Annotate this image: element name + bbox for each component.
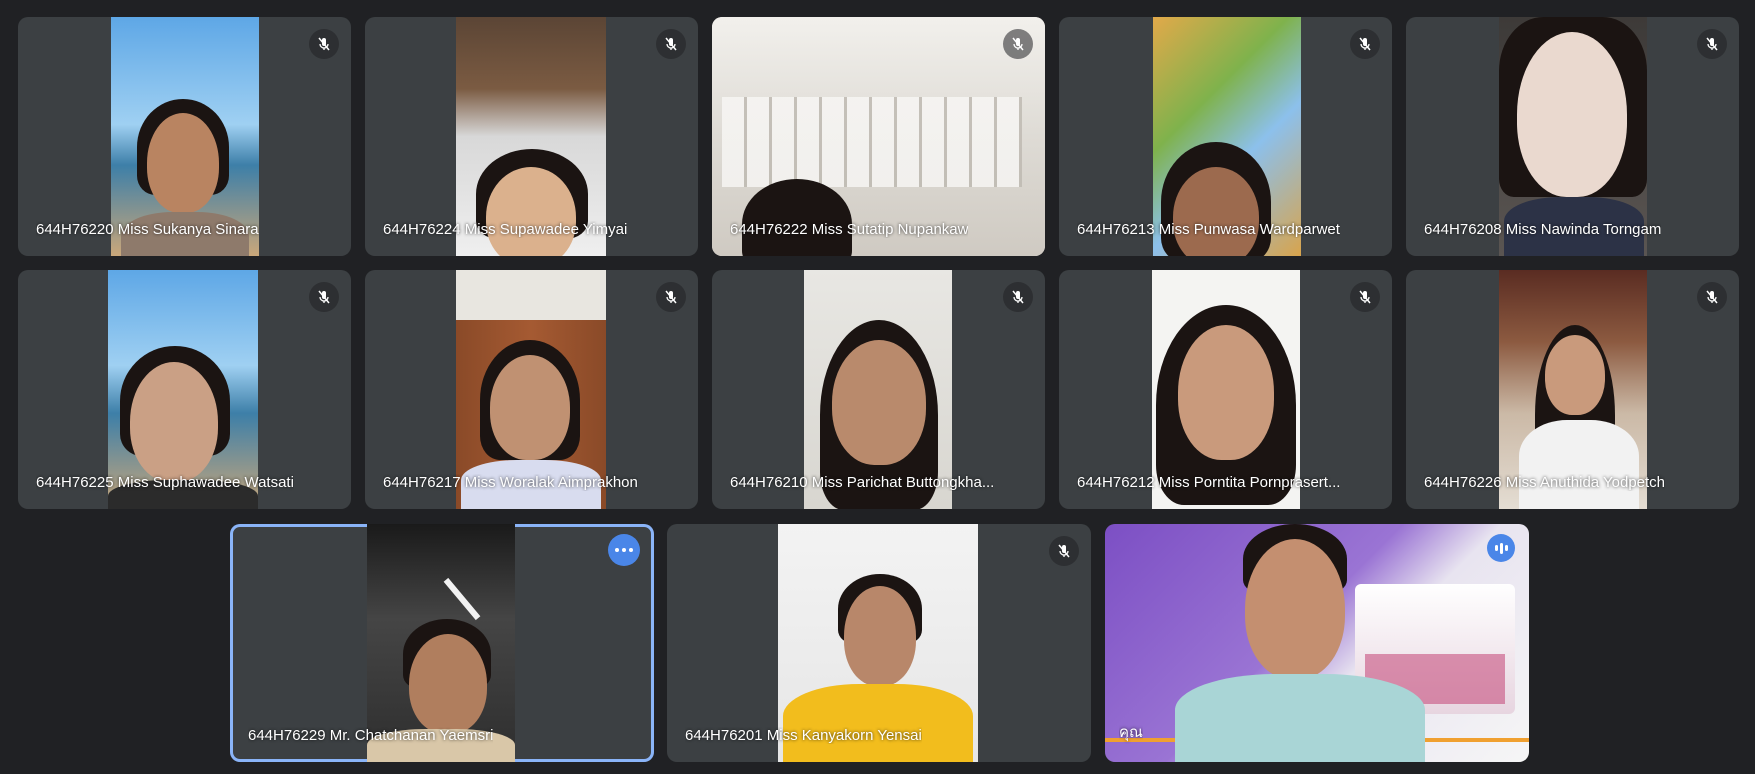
participant-tile[interactable]: 644H76217 Miss Woralak Aimprakhon xyxy=(365,270,698,509)
mic-off-icon xyxy=(1350,282,1380,312)
participant-tile[interactable]: 644H76226 Miss Anuthida Yodpetch xyxy=(1406,270,1739,509)
participant-tile[interactable]: 644H76210 Miss Parichat Buttongkha... xyxy=(712,270,1045,509)
participant-tile[interactable]: 644H76220 Miss Sukanya Sinara xyxy=(18,17,351,256)
participant-name: 644H76225 Miss Suphawadee Watsati xyxy=(36,474,294,491)
participant-name: 644H76222 Miss Sutatip Nupankaw xyxy=(730,221,969,238)
mic-off-icon xyxy=(1697,29,1727,59)
participant-name: 644H76217 Miss Woralak Aimprakhon xyxy=(383,474,638,491)
mic-off-icon xyxy=(1697,282,1727,312)
participant-tile-selected[interactable]: 644H76229 Mr. Chatchanan Yaemsri xyxy=(230,524,654,762)
self-tile[interactable]: คุณ xyxy=(1105,524,1529,762)
participant-name: 644H76210 Miss Parichat Buttongkha... xyxy=(730,474,995,491)
mic-off-icon xyxy=(309,282,339,312)
participant-name: 644H76208 Miss Nawinda Torngam xyxy=(1424,221,1662,238)
participant-name: 644H76229 Mr. Chatchanan Yaemsri xyxy=(248,727,494,744)
mic-off-icon xyxy=(1350,29,1380,59)
mic-off-icon xyxy=(656,29,686,59)
participant-name: 644H76226 Miss Anuthida Yodpetch xyxy=(1424,474,1666,491)
participant-name: 644H76213 Miss Punwasa Wardparwet xyxy=(1077,221,1340,238)
participant-tile[interactable]: 644H76224 Miss Supawadee Yimyai xyxy=(365,17,698,256)
participant-tile[interactable]: 644H76213 Miss Punwasa Wardparwet xyxy=(1059,17,1392,256)
participant-tile[interactable]: 644H76201 Miss Kanyakorn Yensai xyxy=(667,524,1091,762)
participant-name: 644H76224 Miss Supawadee Yimyai xyxy=(383,221,628,238)
self-video xyxy=(1105,524,1529,762)
mic-off-icon xyxy=(656,282,686,312)
mic-off-icon xyxy=(309,29,339,59)
participant-name: คุณ xyxy=(1119,724,1143,741)
more-options-icon[interactable] xyxy=(608,534,640,566)
participant-tile[interactable]: 644H76222 Miss Sutatip Nupankaw xyxy=(712,17,1045,256)
participant-tile[interactable]: 644H76225 Miss Suphawadee Watsati xyxy=(18,270,351,509)
participant-name: 644H76201 Miss Kanyakorn Yensai xyxy=(685,727,922,744)
participant-name: 644H76220 Miss Sukanya Sinara xyxy=(36,221,259,238)
participant-name: 644H76212 Miss Porntita Pornprasert... xyxy=(1077,474,1341,491)
mic-off-icon xyxy=(1003,29,1033,59)
participant-tile[interactable]: 644H76208 Miss Nawinda Torngam xyxy=(1406,17,1739,256)
participant-tile[interactable]: 644H76212 Miss Porntita Pornprasert... xyxy=(1059,270,1392,509)
mic-off-icon xyxy=(1049,536,1079,566)
mic-off-icon xyxy=(1003,282,1033,312)
speaking-icon xyxy=(1487,534,1515,562)
